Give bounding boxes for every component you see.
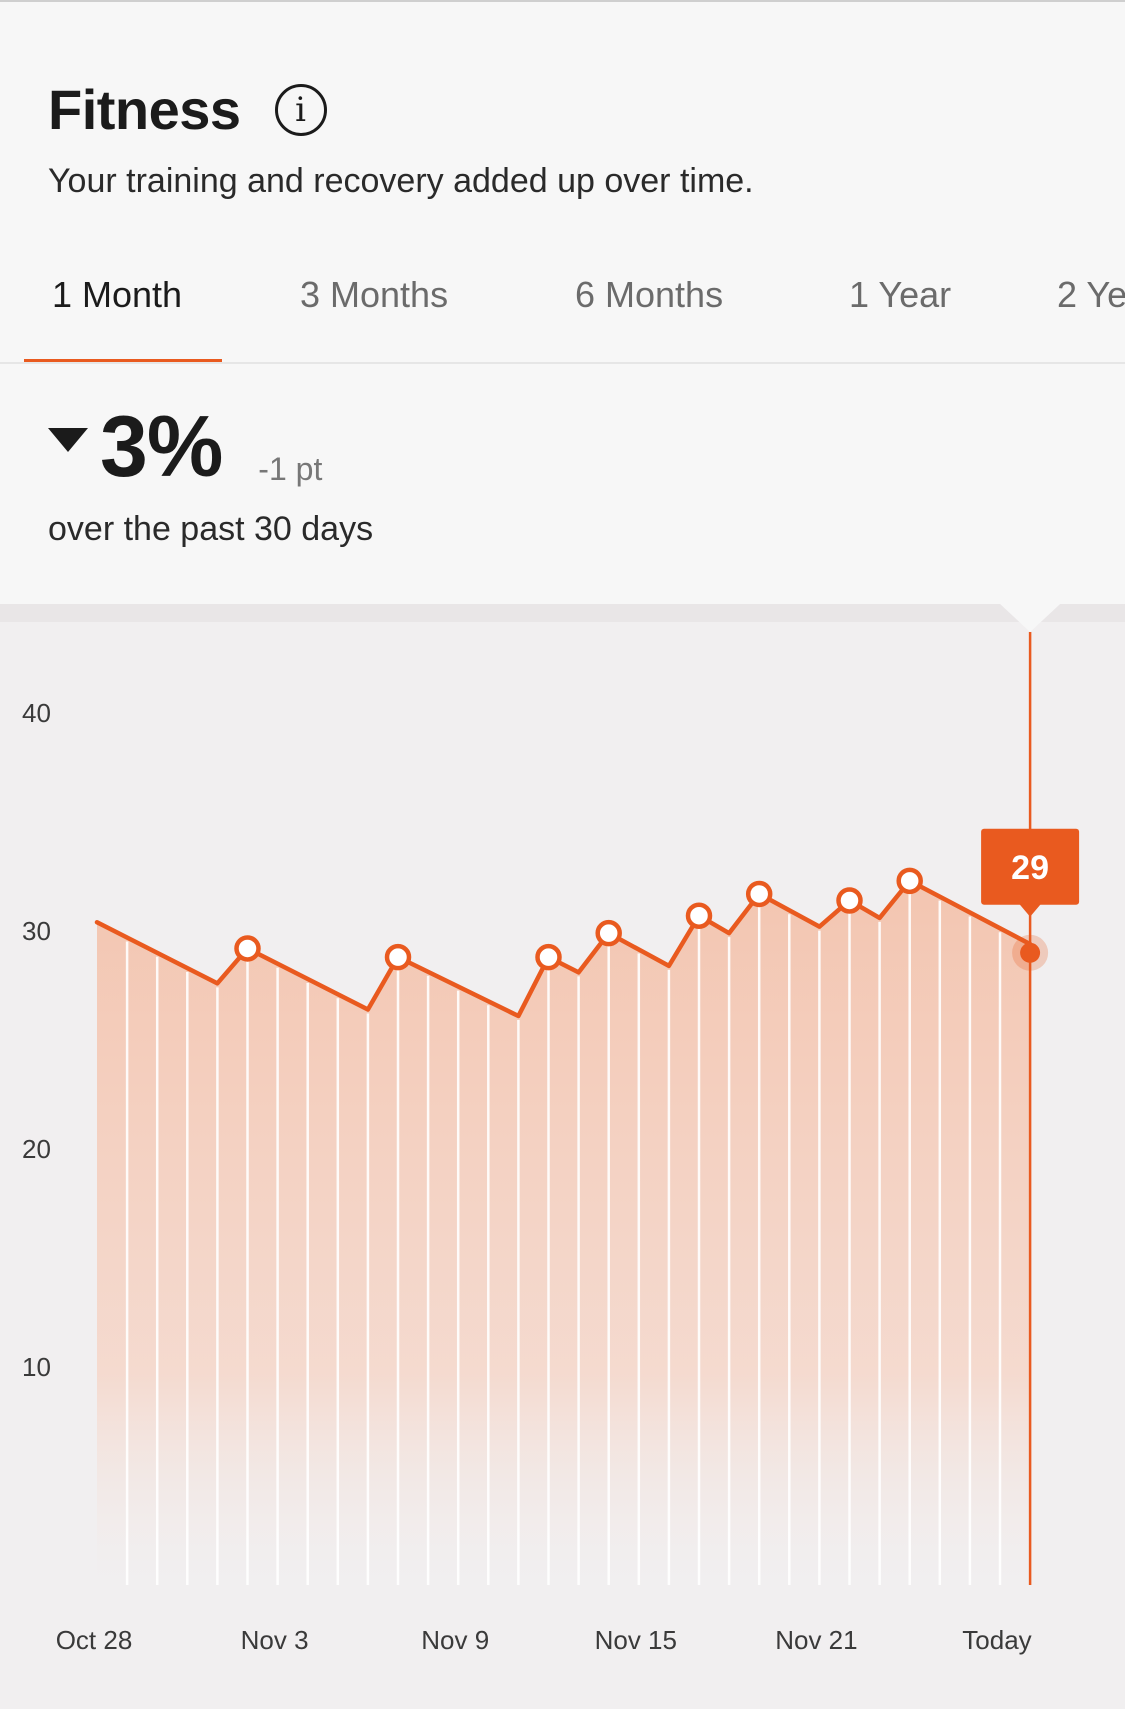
x-axis: Oct 28 Nov 3 Nov 9 Nov 15 Nov 21 Today [56,1625,1032,1655]
workout-marker [595,919,622,947]
stat-row: 3% -1 pt [48,404,322,490]
area-polygon [97,880,1031,1585]
y-tick-label: 30 [22,916,51,946]
range-tabs: 1 Month 3 Months 6 Months 1 Year 2 Years [0,262,1125,364]
workout-marker [745,880,773,908]
header-shadow [0,604,1125,622]
area-fill [97,880,1031,1585]
tooltip-pointer [1019,903,1042,917]
workout-marker [384,943,412,971]
page-title: Fitness [48,78,241,141]
down-triangle-icon [48,428,88,452]
y-tick-label: 10 [22,1352,51,1382]
x-tick-label: Nov 15 [595,1625,677,1655]
workout-marker [535,943,562,971]
fitness-header: Fitness i Your training and recovery add… [0,0,1125,364]
x-tick-label: Nov 3 [241,1625,309,1655]
fitness-change-summary: 3% -1 pt over the past 30 days [0,364,1125,604]
info-glyph: i [295,90,306,130]
point-change: -1 pt [258,451,323,487]
tab-1-year[interactable]: 1 Year [849,274,951,316]
y-axis: 40 30 20 10 [22,698,51,1382]
workout-marker [836,887,863,914]
x-tick-label: Nov 9 [421,1625,489,1655]
workout-marker [234,935,261,962]
period-caption: over the past 30 days [48,510,374,548]
info-icon[interactable]: i [274,84,327,136]
y-tick-label: 20 [22,1134,51,1164]
tab-2-years[interactable]: 2 Years [1057,274,1125,316]
workout-marker [896,867,923,895]
tooltip-value: 29 [1011,849,1049,887]
title-row: Fitness i [48,78,327,142]
workout-marker [685,902,713,929]
page-subtitle: Your training and recovery added up over… [48,162,754,200]
fitness-chart-svg[interactable]: 40 30 20 10 29 Oct 28 Nov 3 Nov 9 Nov 15 Nov 21… [0,604,1125,1709]
x-tick-label: Today [962,1625,1031,1655]
x-tick-label: Nov 21 [775,1625,857,1655]
x-tick-label: Oct 28 [56,1625,133,1655]
tab-3-months[interactable]: 3 Months [300,274,448,316]
tab-6-months[interactable]: 6 Months [575,274,723,316]
fitness-chart[interactable]: 40 30 20 10 29 Oct 28 Nov 3 Nov 9 Nov 15 Nov 21… [0,604,1125,1709]
y-tick-label: 40 [22,698,51,728]
selected-point [1020,942,1041,963]
percent-change: 3% [100,399,223,495]
tab-1-month[interactable]: 1 Month [52,274,182,316]
